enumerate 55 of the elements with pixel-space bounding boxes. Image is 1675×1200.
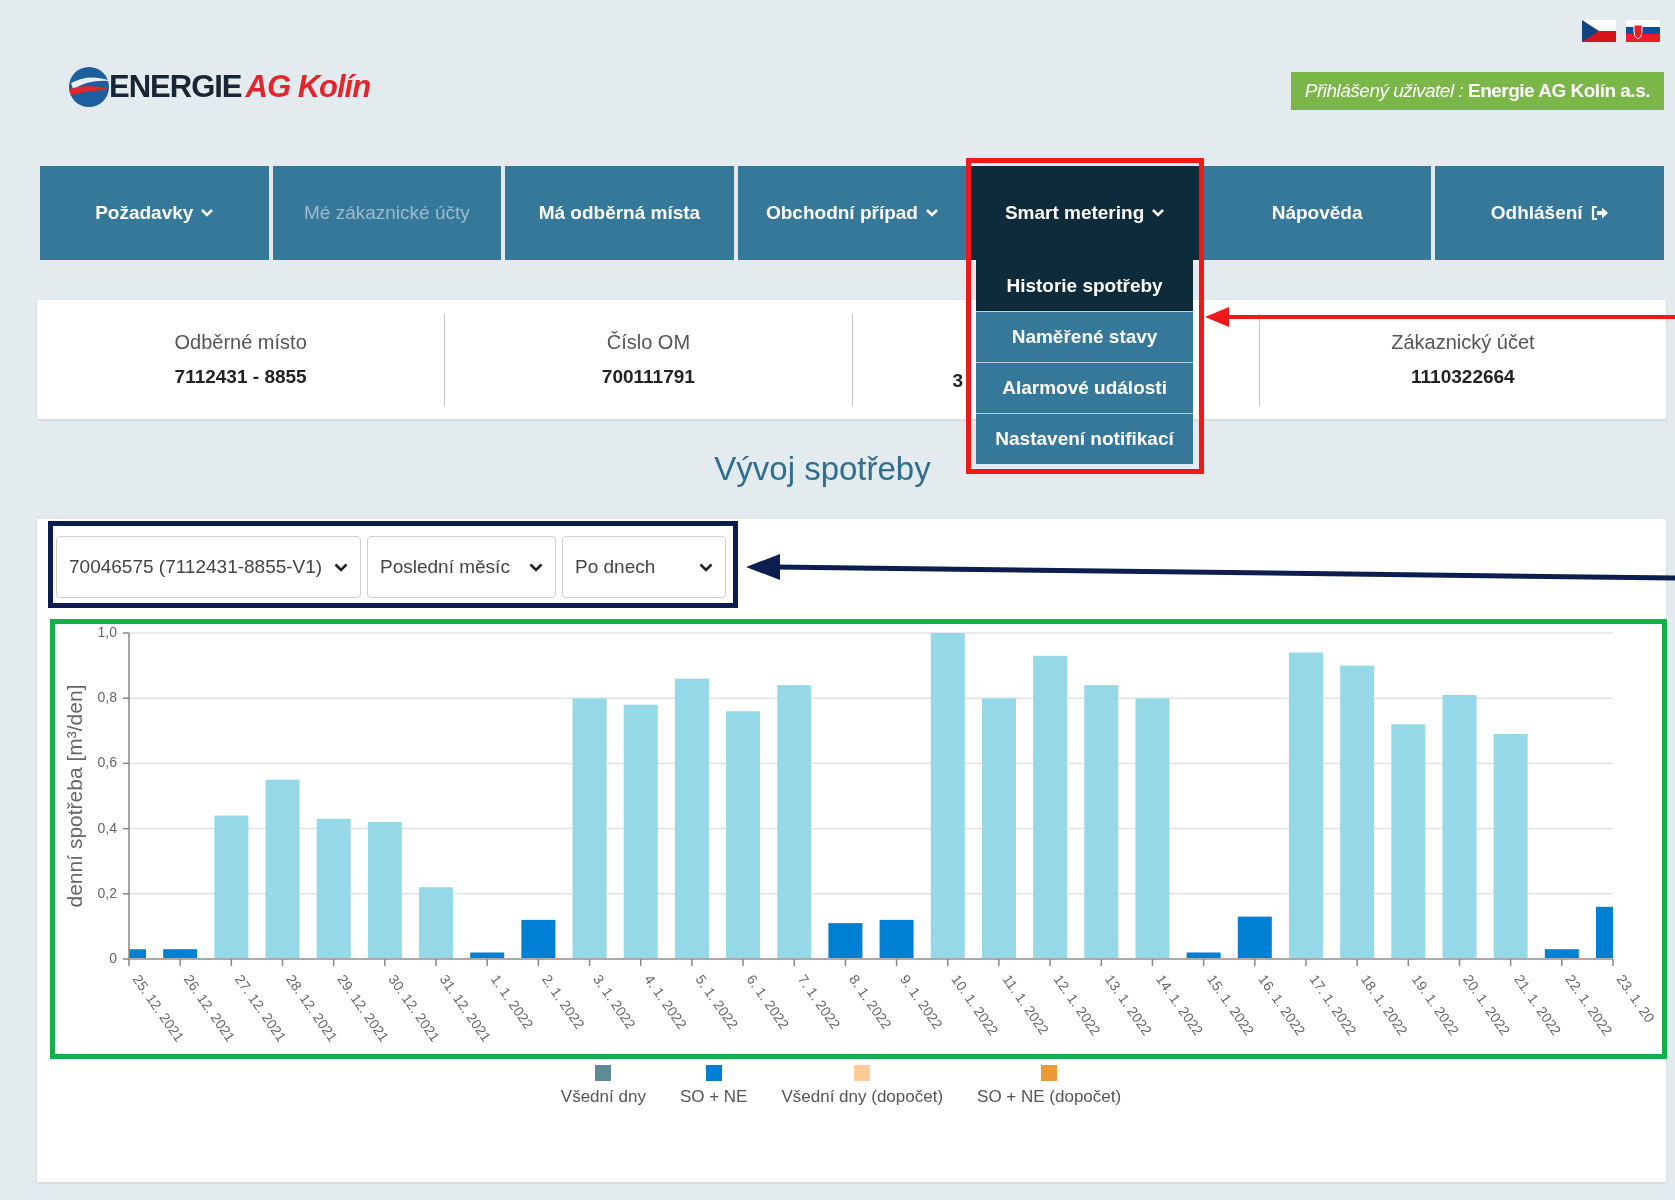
y-tick-label: 1,0 (97, 624, 117, 640)
y-tick-label: 0,2 (97, 884, 117, 901)
legend-label: Všední dny (dopočet) (781, 1087, 944, 1107)
legend-label: Všední dny (560, 1087, 646, 1107)
y-tick-label: 0 (109, 950, 117, 966)
section-title: Vývoj spotřeby (714, 449, 931, 489)
nav-menu-item[interactable]: Nápověda (1202, 166, 1432, 260)
dropdown-menu-item[interactable]: Naměřené stavy (976, 311, 1193, 362)
chevron-down-icon (699, 562, 713, 572)
info-label: Číslo OM (606, 331, 691, 354)
company-logo[interactable]: ENERGIEAG Kolín (65, 62, 371, 112)
bar (828, 923, 863, 959)
chevron-down-icon (334, 562, 348, 572)
y-axis-title: denní spotřeba [m³/den] (63, 684, 86, 908)
czech-flag-icon[interactable] (1582, 20, 1616, 42)
y-tick-label: 0,4 (97, 819, 117, 836)
nav-menu-item[interactable]: Smart metering (970, 166, 1199, 260)
dropdown-menu-item[interactable]: Nastavení notifikací (976, 413, 1193, 464)
bar (521, 919, 556, 959)
chevron-down-icon (926, 209, 938, 217)
nav-menu-item[interactable]: Požadavky (40, 166, 269, 260)
info-value: 7112431 - 8855 (174, 366, 307, 388)
info-label: Odběrné místo (174, 331, 307, 354)
dropdown-menu-item[interactable]: Alarmové události (976, 362, 1193, 413)
info-label: Zákaznický účet (1391, 331, 1535, 354)
chevron-down-icon (529, 562, 543, 572)
slovak-flag-icon[interactable] (1626, 20, 1660, 42)
legend-label: SO + NE (dopočet) (977, 1087, 1122, 1107)
dropdown-menu-item[interactable]: Historie spotřeby (976, 260, 1193, 311)
logged-in-user-label: Přihlášený uživatel : Energie AG Kolín a.s. (1290, 72, 1664, 110)
dropdown-field[interactable]: 70046575 (7112431-8855-V1) (56, 536, 361, 598)
chevron-down-icon (1152, 209, 1165, 217)
y-tick-label: 0,6 (97, 754, 117, 771)
chevron-down-icon (201, 209, 214, 217)
bar (1544, 949, 1579, 959)
info-value: 3 (952, 369, 964, 392)
bar (163, 949, 198, 959)
y-tick-label: 0,8 (97, 689, 117, 706)
bar (419, 887, 454, 959)
bar (1237, 916, 1272, 959)
bar (1596, 906, 1613, 959)
bar (879, 919, 914, 959)
info-value: 700111791 (601, 366, 695, 388)
dropdown-field[interactable]: Po dnech (562, 536, 726, 598)
legend-label: SO + NE (679, 1087, 748, 1107)
logout-icon (1590, 206, 1609, 220)
nav-menu-item[interactable]: Odhlášení (1435, 166, 1664, 260)
nav-menu-item[interactable]: Má odběrná místa (505, 166, 734, 260)
info-value: 1110322664 (1411, 366, 1515, 388)
x-tick-label: 23. 1. 20 (1613, 971, 1658, 1026)
bar (129, 949, 146, 959)
dropdown-field[interactable]: Poslední měsíc (367, 536, 556, 598)
nav-menu-item[interactable]: Obchodní případ (737, 166, 967, 260)
bar (470, 952, 505, 959)
bar (1186, 952, 1221, 959)
